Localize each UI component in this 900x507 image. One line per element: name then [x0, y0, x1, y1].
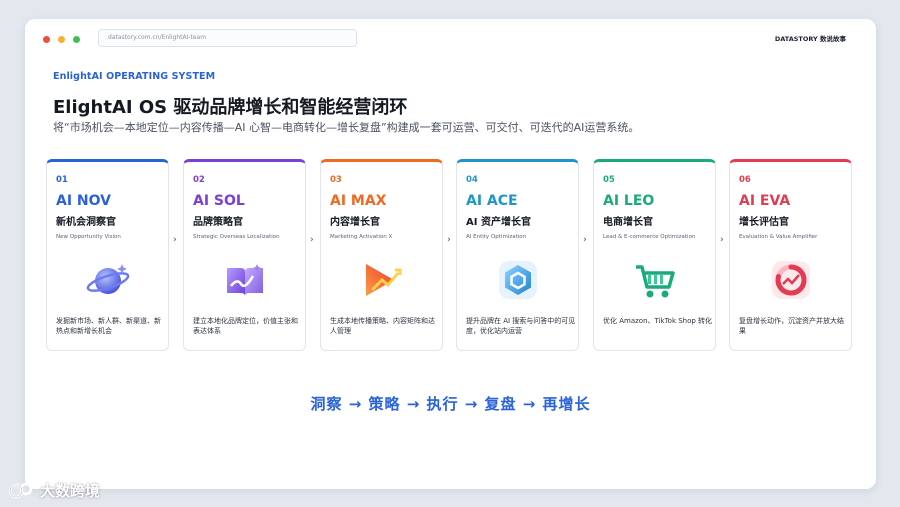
card-number: 05: [603, 175, 615, 185]
book-icon: [227, 264, 263, 296]
card-name: AI LEO: [603, 193, 655, 209]
card-number: 01: [56, 175, 68, 185]
card-role: AI 资产增长官: [466, 217, 531, 228]
card-role: 品牌策略官: [193, 217, 243, 228]
card-english-name: Lead & E-commerce Optimization: [603, 234, 696, 240]
presentation-window: datastory.com.cn/EnlightAI-team DATASTOR…: [25, 19, 876, 489]
card-name: AI NOV: [56, 193, 111, 209]
agent-card-max[interactable]: 03 AI MAX 内容增长官 Marketing Activation X 生…: [320, 159, 443, 351]
planet-icon: [86, 264, 130, 294]
card-role: 电商增长官: [603, 217, 653, 228]
page-title: ElightAI OS 驱动品牌增长和智能经营闭环: [53, 97, 408, 118]
card-role: 增长评估官: [739, 217, 789, 228]
brand-logo-text: DATASTORY 数说故事: [774, 35, 846, 43]
card-english-name: New Opportunity Vision: [56, 234, 121, 240]
card-english-name: Evaluation & Value Amplifier: [739, 234, 818, 240]
card-role: 新机会洞察官: [56, 217, 116, 228]
watermark-logo-icon: [8, 482, 33, 499]
card-description: 生成本地传播策略、内容矩阵和达人管理: [330, 317, 435, 335]
close-window-button[interactable]: [43, 36, 50, 43]
card-number: 04: [466, 175, 478, 185]
arrow-chart-icon: [366, 264, 402, 296]
chevron-right-icon: ›: [583, 235, 587, 245]
card-role: 内容增长官: [330, 217, 380, 228]
card-name: AI EVA: [739, 193, 791, 209]
watermark-text: 大数跨境: [40, 481, 101, 500]
browser-chrome: datastory.com.cn/EnlightAI-team DATASTOR…: [25, 19, 876, 59]
agent-card-sol[interactable]: 02 AI SOL 品牌策略官 Strategic Overseas Local…: [183, 159, 306, 351]
card-description: 优化 Amazon、TikTok Shop 转化: [603, 317, 713, 325]
agent-card-leo[interactable]: 05 AI LEO 电商增长官 Lead & E-commerce Optimi…: [593, 159, 716, 351]
eyebrow-label: EnlightAI OPERATING SYSTEM: [53, 71, 216, 82]
card-english-name: AI Entity Optimization: [466, 234, 527, 240]
cart-icon: [636, 265, 675, 298]
growth-ring-icon: [772, 261, 810, 299]
process-flow-text: 洞察 → 策略 → 执行 → 复盘 → 再增长: [310, 395, 591, 413]
minimize-window-button[interactable]: [58, 36, 65, 43]
card-english-name: Strategic Overseas Localization: [193, 234, 280, 240]
card-name: AI MAX: [330, 193, 387, 209]
card-description: 复盘增长动作，沉淀资产并放大结果: [739, 317, 844, 335]
card-number: 03: [330, 175, 342, 185]
chevron-right-icon: ›: [720, 235, 724, 245]
agent-card-ace[interactable]: 04 AI ACE AI 资产增长官 AI Entity Optimizatio…: [456, 159, 579, 351]
hexagon-icon: [499, 261, 537, 299]
card-number: 06: [739, 175, 751, 185]
card-english-name: Marketing Activation X: [330, 234, 393, 240]
chevron-right-icon: ›: [310, 235, 314, 245]
chevron-right-icon: ›: [447, 235, 451, 245]
card-name: AI SOL: [193, 193, 245, 209]
card-name: AI ACE: [466, 193, 518, 209]
agent-card-nov[interactable]: 01 AI NOV 新机会洞察官 New Opportunity Vision …: [46, 159, 169, 351]
address-bar[interactable]: datastory.com.cn/EnlightAI-team: [98, 29, 357, 47]
card-description: 发掘新市场、新人群、新渠道、新热点和新增长机会: [56, 317, 161, 335]
card-description: 建立本地化品牌定位，价值主张和表达体系: [193, 317, 298, 335]
card-number: 02: [193, 175, 205, 185]
card-description: 提升品牌在 AI 搜索与问答中的可见度，优化站内运营: [466, 317, 576, 335]
page-subtitle: 将“市场机会—本地定位—内容传播—AI 心智—电商转化—增长复盘”构建成一套可运…: [53, 121, 640, 134]
chevron-right-icon: ›: [173, 235, 177, 245]
watermark: 大数跨境: [8, 478, 100, 502]
maximize-window-button[interactable]: [73, 36, 80, 43]
agent-card-eva[interactable]: 06 AI EVA 增长评估官 Evaluation & Value Ampli…: [729, 159, 852, 351]
